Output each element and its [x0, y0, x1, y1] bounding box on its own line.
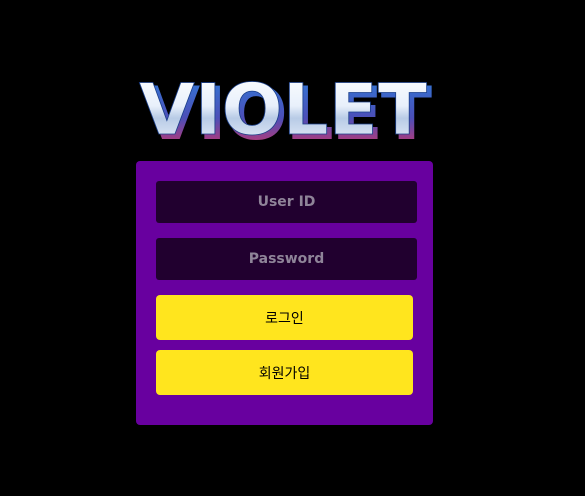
- user-id-input[interactable]: [156, 181, 417, 223]
- signup-button[interactable]: 회원가입: [156, 350, 413, 395]
- violet-logo: VIOLET VIOLET: [139, 78, 433, 144]
- signup-button-label: 회원가입: [258, 365, 311, 382]
- login-page: VIOLET VIOLET 로그인 회원가입: [0, 0, 585, 496]
- logo-text: VIOLET: [139, 78, 427, 144]
- password-input[interactable]: [156, 238, 417, 280]
- login-form: 로그인 회원가입: [136, 161, 433, 425]
- login-button[interactable]: 로그인: [156, 295, 413, 340]
- login-button-label: 로그인: [265, 310, 304, 327]
